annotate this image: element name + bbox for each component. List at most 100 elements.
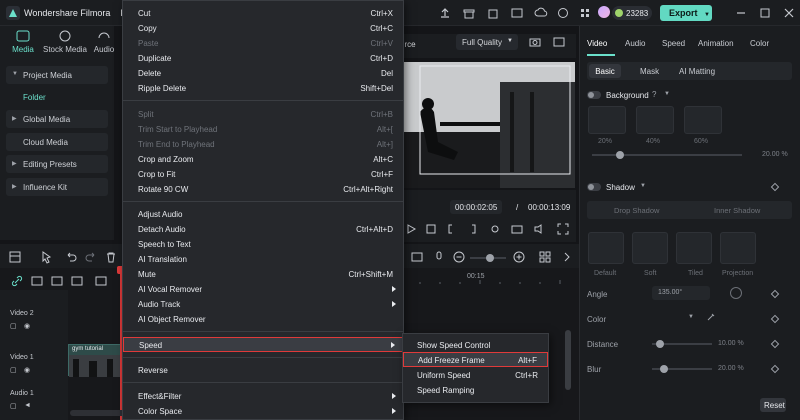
sidebar-item-global-media[interactable]: ▶ Global Media (6, 110, 108, 128)
zoom-slider-knob[interactable] (486, 254, 494, 262)
background-thumb-3[interactable] (684, 106, 722, 134)
maximize-icon[interactable] (758, 6, 772, 20)
reset-button[interactable]: Reset (760, 398, 786, 412)
submenu-item-add-freeze-frame[interactable]: Add Freeze Frame Alt+F (403, 352, 548, 367)
submenu-item-uniform-speed[interactable]: Uniform Speed Ctrl+R (403, 368, 548, 383)
menu-item-ai-vocal-remover[interactable]: AI Vocal Remover (123, 282, 403, 297)
sub-tab-basic[interactable]: Basic (589, 64, 621, 78)
quality-dropdown[interactable]: Full Quality ▼ (456, 34, 518, 50)
undo-icon[interactable] (64, 250, 78, 264)
tab-stock-media[interactable]: Stock Media (42, 30, 88, 54)
mark-in-icon[interactable] (444, 222, 458, 236)
tab-color[interactable]: Color (750, 39, 769, 48)
blur-slider-knob[interactable] (660, 365, 668, 373)
menu-item-crop-zoom[interactable]: Crop and Zoom Alt+C (123, 152, 403, 167)
chevron-down-icon[interactable]: ▼ (688, 314, 694, 320)
tab-inner-shadow[interactable]: Inner Shadow (714, 206, 760, 215)
upload-icon[interactable] (438, 6, 452, 20)
background-toggle[interactable] (587, 91, 601, 99)
tab-drop-shadow[interactable]: Drop Shadow (614, 206, 659, 215)
shadow-toggle[interactable] (587, 183, 601, 191)
menu-item-reverse[interactable]: Reverse (123, 363, 403, 378)
sub-tab-ai-matting[interactable]: AI Matting (679, 67, 715, 76)
distance-value[interactable]: 10.00 (718, 340, 736, 347)
volume-icon[interactable]: ◄ (24, 402, 31, 409)
snapshot-icon[interactable] (528, 35, 542, 49)
add-track-icon[interactable] (30, 274, 44, 288)
menu-item-mute[interactable]: Mute Ctrl+Shift+M (123, 267, 403, 282)
background-thumb-1[interactable] (588, 106, 626, 134)
minimize-icon[interactable] (734, 6, 748, 20)
track-manager-icon[interactable] (50, 274, 64, 288)
sidebar-item-project-media[interactable]: ▼ Project Media (6, 66, 108, 84)
menu-item-ai-object-remover[interactable]: AI Object Remover (123, 312, 403, 327)
grid-icon[interactable] (578, 6, 592, 20)
help-icon[interactable]: ? (652, 90, 656, 99)
volume-icon[interactable] (532, 222, 546, 236)
menu-item-ripple-delete[interactable]: Ripple Delete Shift+Del (123, 81, 403, 96)
menu-item-color-space[interactable]: Color Space (123, 404, 403, 419)
submenu-item-show-speed-control[interactable]: Show Speed Control (403, 338, 548, 353)
shadow-style-projection[interactable] (720, 232, 756, 264)
chevron-down-icon[interactable]: ▼ (640, 183, 646, 189)
settings-icon[interactable] (488, 222, 502, 236)
avatar[interactable] (598, 6, 610, 18)
menu-item-duplicate[interactable]: Duplicate Ctrl+D (123, 51, 403, 66)
credits-badge[interactable]: 23283 (612, 6, 652, 20)
lock-icon[interactable]: ▢ (10, 322, 17, 330)
image-icon[interactable] (552, 35, 566, 49)
shadow-style-default[interactable] (588, 232, 624, 264)
select-tool-icon[interactable] (40, 250, 54, 264)
background-slider[interactable] (592, 154, 742, 156)
menu-item-adjust-audio[interactable]: Adjust Audio (123, 207, 403, 222)
sidebar-item-folder[interactable]: Folder (23, 93, 46, 102)
menu-item-audio-track[interactable]: Audio Track (123, 297, 403, 312)
menu-item-rotate[interactable]: Rotate 90 CW Ctrl+Alt+Right (123, 182, 403, 197)
redo-icon[interactable] (84, 250, 98, 264)
play-icon[interactable] (404, 222, 418, 236)
tab-speed[interactable]: Speed (662, 39, 685, 48)
sidebar-item-cloud-media[interactable]: Cloud Media (6, 133, 108, 151)
sidebar-item-editing-presets[interactable]: ▶ Editing Presets (6, 155, 108, 173)
menu-item-speech-to-text[interactable]: Speech to Text (123, 237, 403, 252)
lock-icon[interactable]: ▢ (10, 366, 17, 374)
menu-item-effect-filter[interactable]: Effect&Filter (123, 389, 403, 404)
menu-item-detach-audio[interactable]: Detach Audio Ctrl+Alt+D (123, 222, 403, 237)
blur-value[interactable]: 20.00 (718, 365, 736, 372)
menu-item-speed[interactable]: Speed (123, 337, 403, 352)
tab-video[interactable]: Video (587, 39, 607, 48)
store-icon[interactable] (486, 6, 500, 20)
current-time[interactable]: 00:00:02:05 (450, 200, 502, 214)
mic-icon[interactable] (432, 250, 446, 264)
shadow-style-soft[interactable] (632, 232, 668, 264)
zoom-out-icon[interactable] (452, 250, 466, 264)
marker-icon[interactable] (94, 274, 108, 288)
background-thumb-2[interactable] (636, 106, 674, 134)
timeline-scrollbar[interactable] (565, 330, 571, 390)
video-preview[interactable] (400, 62, 575, 188)
grid-view-icon[interactable] (538, 250, 552, 264)
sidebar-item-influence-kit[interactable]: ▶ Influence Kit (6, 178, 108, 196)
tab-audio-props[interactable]: Audio (625, 39, 645, 48)
delete-icon[interactable] (104, 250, 118, 264)
visibility-icon[interactable]: ◉ (24, 322, 30, 330)
export-button[interactable]: Export ▼ (660, 5, 712, 21)
cloud-upload-icon[interactable] (534, 6, 548, 20)
close-icon[interactable] (782, 6, 796, 20)
link-icon[interactable] (10, 274, 24, 288)
snapshot-icon[interactable] (510, 222, 524, 236)
menu-item-crop-fit[interactable]: Crop to Fit Ctrl+F (123, 167, 403, 182)
mark-out-icon[interactable] (466, 222, 480, 236)
distance-slider-knob[interactable] (656, 340, 664, 348)
submenu-item-speed-ramping[interactable]: Speed Ramping (403, 383, 548, 398)
gift-icon[interactable] (462, 6, 476, 20)
lock-icon[interactable]: ▢ (10, 402, 17, 410)
eyedropper-icon[interactable] (706, 312, 716, 322)
angle-dial-icon[interactable] (730, 287, 742, 299)
timeline-ruler[interactable]: 00:15 (400, 270, 579, 284)
menu-item-cut[interactable]: Cut Ctrl+X (123, 6, 403, 21)
tab-media[interactable]: Media (6, 30, 40, 54)
zoom-in-icon[interactable] (512, 250, 526, 264)
image-icon[interactable] (510, 6, 524, 20)
menu-item-copy[interactable]: Copy Ctrl+C (123, 21, 403, 36)
